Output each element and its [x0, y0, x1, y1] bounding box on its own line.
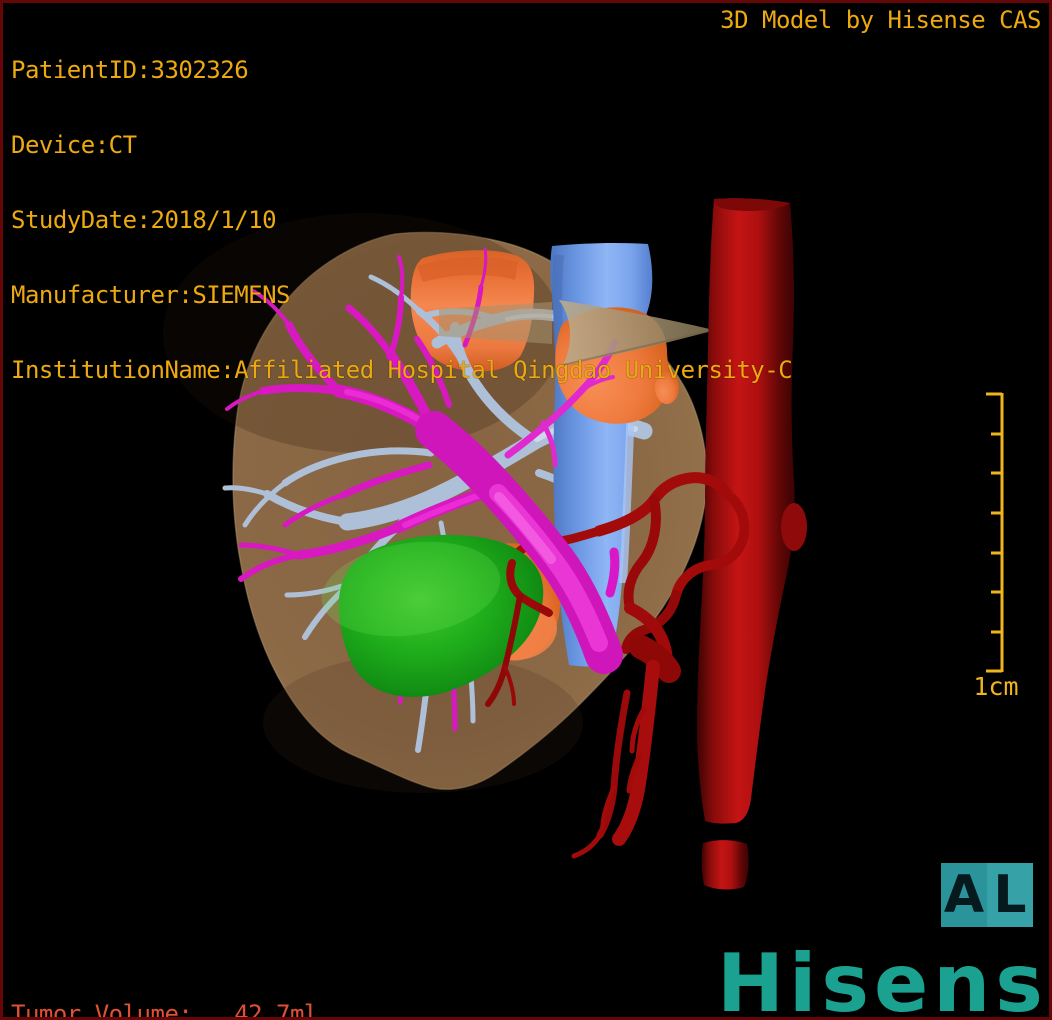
- scale-bar: 1cm: [973, 392, 1019, 701]
- hisense-logo: Hisense: [717, 937, 1049, 1020]
- institution-line: InstitutionName:Affiliated Hospital Qing…: [11, 356, 793, 384]
- manufacturer-line: Manufacturer:SIEMENS: [11, 281, 290, 309]
- watermark-label: 3D Model by Hisense CAS: [720, 6, 1041, 34]
- device-line: Device:CT: [11, 131, 137, 159]
- study-date-line: StudyDate:2018/1/10: [11, 206, 277, 234]
- patient-info-overlay: PatientID:3302326 Device:CT StudyDate:20…: [11, 8, 793, 433]
- orientation-letter-left: L: [987, 863, 1033, 927]
- volume-readout: Tumor Volume: 42.7ml Liver Volume: 1040.…: [11, 952, 318, 1020]
- orientation-letter-anterior: A: [941, 863, 987, 927]
- orientation-marker: A L: [941, 863, 1033, 927]
- tumor-volume-line: Tumor Volume: 42.7ml: [11, 1000, 318, 1020]
- scale-bar-label: 1cm: [973, 672, 1018, 701]
- viewer-window: 1cm PatientID:3302326 Device:CT StudyDat…: [0, 0, 1052, 1020]
- patient-id-line: PatientID:3302326: [11, 56, 249, 84]
